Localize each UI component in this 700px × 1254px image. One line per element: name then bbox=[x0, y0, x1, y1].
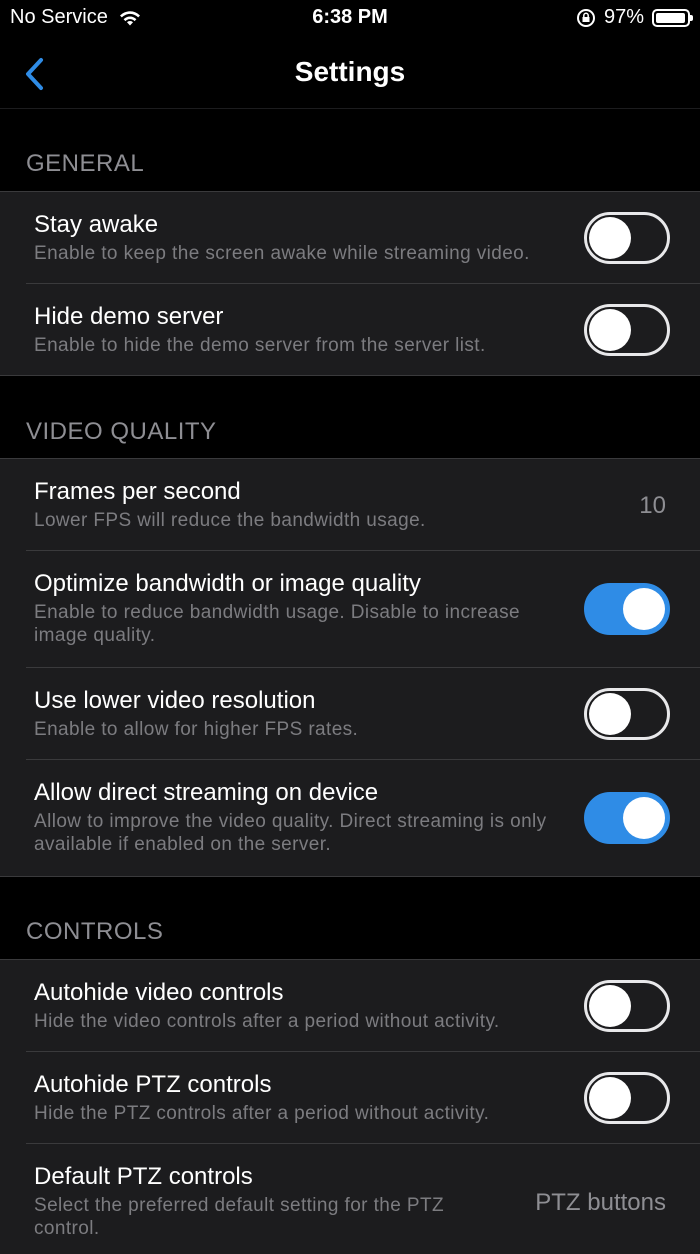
group-controls: Autohide video controls Hide the video c… bbox=[0, 959, 700, 1254]
battery-icon bbox=[652, 8, 693, 27]
status-right: 97% bbox=[576, 6, 693, 29]
stay-awake-toggle[interactable] bbox=[584, 212, 670, 264]
setting-row-lower-resolution[interactable]: Use lower video resolution Enable to all… bbox=[26, 668, 700, 760]
fps-value: 10 bbox=[639, 492, 666, 519]
group-video-quality: Frames per second Lower FPS will reduce … bbox=[0, 458, 700, 877]
setting-row-optimize-bandwidth[interactable]: Optimize bandwidth or image quality Enab… bbox=[26, 551, 700, 668]
row-title: Allow direct streaming on device bbox=[34, 779, 379, 806]
row-subtitle: Allow to improve the video quality. Dire… bbox=[34, 811, 547, 855]
row-subtitle: Select the preferred default setting for… bbox=[34, 1195, 444, 1239]
page-title: Settings bbox=[294, 56, 406, 87]
setting-row-direct-streaming[interactable]: Allow direct streaming on device Allow t… bbox=[26, 760, 700, 876]
setting-row-hide-demo-server[interactable]: Hide demo server Enable to hide the demo… bbox=[26, 284, 700, 375]
section-header-video-quality: VIDEO QUALITY bbox=[26, 418, 217, 445]
section-header-controls: CONTROLS bbox=[26, 918, 164, 945]
status-bar: No Service 6:38 PM 97% bbox=[0, 0, 700, 36]
lower-resolution-toggle[interactable] bbox=[584, 688, 670, 740]
row-subtitle: Lower FPS will reduce the bandwidth usag… bbox=[34, 510, 426, 531]
navigation-bar: Settings bbox=[0, 36, 700, 109]
setting-row-autohide-video-controls[interactable]: Autohide video controls Hide the video c… bbox=[26, 960, 700, 1052]
battery-percent: 97% bbox=[603, 6, 644, 28]
autohide-video-controls-toggle[interactable] bbox=[584, 980, 670, 1032]
setting-row-default-ptz-controls[interactable]: Default PTZ controls Select the preferre… bbox=[26, 1144, 700, 1254]
section-header-general: GENERAL bbox=[26, 150, 145, 177]
rotation-lock-icon bbox=[576, 8, 595, 27]
autohide-ptz-controls-toggle[interactable] bbox=[584, 1072, 670, 1124]
row-title: Default PTZ controls bbox=[34, 1163, 253, 1190]
group-general: Stay awake Enable to keep the screen awa… bbox=[0, 191, 700, 376]
setting-row-autohide-ptz-controls[interactable]: Autohide PTZ controls Hide the PTZ contr… bbox=[26, 1052, 700, 1144]
default-ptz-value: PTZ buttons bbox=[535, 1189, 666, 1216]
row-title: Frames per second bbox=[34, 478, 241, 505]
hide-demo-server-toggle[interactable] bbox=[584, 304, 670, 356]
optimize-bandwidth-toggle[interactable] bbox=[584, 583, 670, 635]
direct-streaming-toggle[interactable] bbox=[584, 792, 670, 844]
setting-row-frames-per-second[interactable]: Frames per second Lower FPS will reduce … bbox=[26, 459, 700, 551]
row-subtitle: Enable to reduce bandwidth usage. Disabl… bbox=[34, 602, 520, 646]
setting-row-stay-awake[interactable]: Stay awake Enable to keep the screen awa… bbox=[26, 192, 700, 284]
row-title: Optimize bandwidth or image quality bbox=[34, 570, 421, 597]
